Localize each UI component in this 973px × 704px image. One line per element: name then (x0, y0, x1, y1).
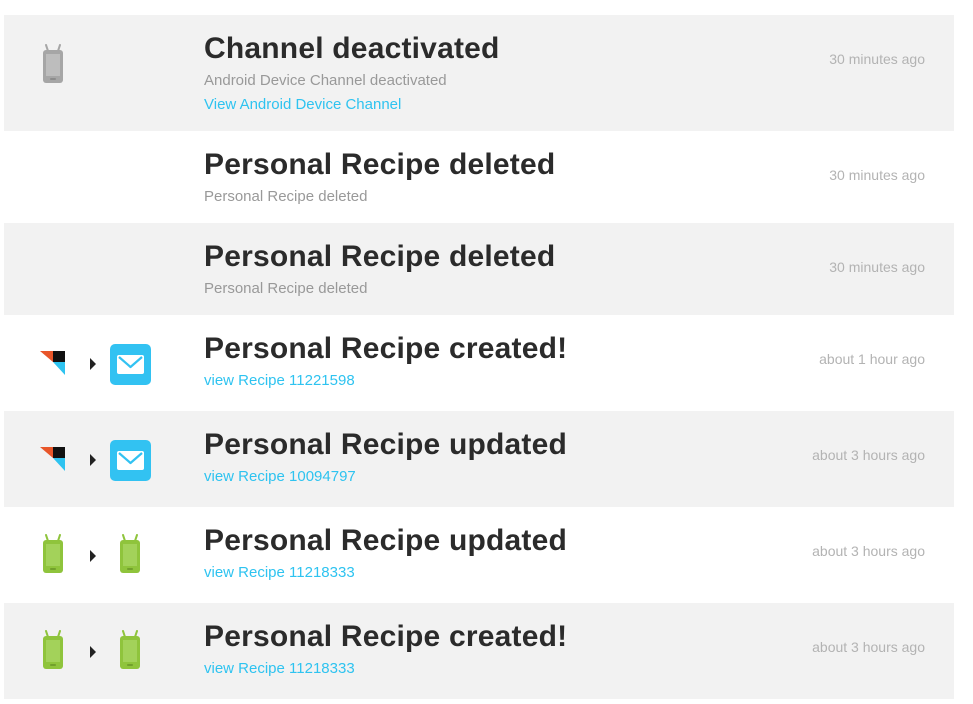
feed-item-subtitle: Android Device Channel deactivated (204, 72, 447, 89)
view-recipe-link[interactable]: view Recipe 11221598 (204, 372, 355, 389)
android-device-green-icon (120, 630, 140, 669)
delicious-logo-icon (40, 447, 65, 471)
arrow-right-icon (90, 454, 96, 466)
feed-item: Channel deactivated Android Device Chann… (4, 15, 954, 131)
feed-item-title: Personal Recipe created! (204, 620, 568, 653)
feed-item-timestamp: 30 minutes ago (829, 167, 925, 183)
email-channel-icon (110, 440, 151, 481)
delicious-logo-icon (40, 351, 65, 375)
feed-item-title: Personal Recipe updated (204, 524, 568, 557)
feed-item-subtitle: Personal Recipe deleted (204, 188, 368, 205)
feed-item-title: Personal Recipe created! (204, 332, 568, 365)
arrow-right-icon (90, 646, 96, 658)
android-device-gray-icon (43, 44, 63, 83)
feed-item: Personal Recipe updated view Recipe 1009… (4, 411, 954, 507)
feed-item: Personal Recipe deleted Personal Recipe … (4, 131, 954, 223)
feed-item-title: Personal Recipe deleted (204, 240, 556, 273)
feed-item-icons (4, 411, 204, 507)
feed-item-icons (4, 507, 204, 603)
activity-feed: Channel deactivated Android Device Chann… (4, 15, 954, 699)
feed-item-timestamp: about 3 hours ago (812, 543, 925, 559)
view-recipe-link[interactable]: view Recipe 10094797 (204, 468, 356, 485)
feed-item: Personal Recipe deleted Personal Recipe … (4, 223, 954, 315)
feed-item-icons (4, 315, 204, 411)
feed-item-subtitle: Personal Recipe deleted (204, 280, 368, 297)
feed-item: Personal Recipe created! view Recipe 112… (4, 315, 954, 411)
feed-item-icons (4, 15, 204, 131)
feed-item-title: Personal Recipe deleted (204, 148, 556, 181)
feed-item-timestamp: about 3 hours ago (812, 639, 925, 655)
feed-item-title: Personal Recipe updated (204, 428, 568, 461)
feed-item-timestamp: about 1 hour ago (819, 351, 925, 367)
view-recipe-link[interactable]: view Recipe 11218333 (204, 564, 355, 581)
view-recipe-link[interactable]: view Recipe 11218333 (204, 660, 355, 677)
feed-item: Personal Recipe updated view Recipe 1121… (4, 507, 954, 603)
arrow-right-icon (90, 550, 96, 562)
feed-item-title: Channel deactivated (204, 32, 500, 65)
view-channel-link[interactable]: View Android Device Channel (204, 96, 401, 113)
android-device-green-icon (43, 534, 63, 573)
android-device-green-icon (120, 534, 140, 573)
feed-item-timestamp: about 3 hours ago (812, 447, 925, 463)
feed-item-timestamp: 30 minutes ago (829, 51, 925, 67)
android-device-green-icon (43, 630, 63, 669)
arrow-right-icon (90, 358, 96, 370)
feed-item-timestamp: 30 minutes ago (829, 259, 925, 275)
email-channel-icon (110, 344, 151, 385)
feed-item-icons (4, 603, 204, 699)
feed-item-icons (4, 223, 204, 315)
feed-item: Personal Recipe created! view Recipe 112… (4, 603, 954, 699)
feed-item-icons (4, 131, 204, 223)
